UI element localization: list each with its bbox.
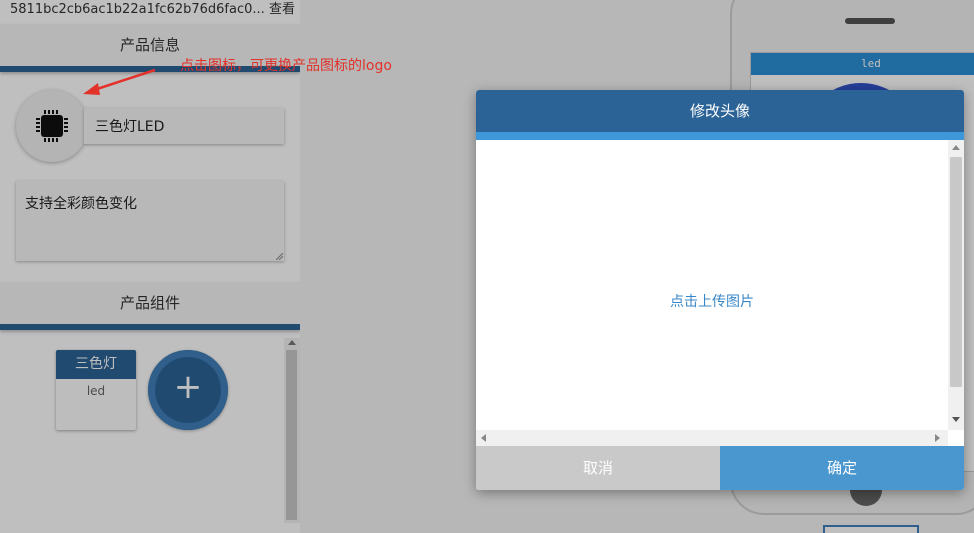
modal-vertical-scrollbar[interactable] [948,140,964,430]
upload-image-link[interactable]: 点击上传图片 [476,291,948,311]
scroll-up-icon[interactable] [952,145,960,150]
modal-title: 修改头像 [476,90,964,140]
scroll-left-icon[interactable] [481,434,486,442]
modal-footer: 取消 确定 [476,446,964,490]
scroll-down-icon[interactable] [952,417,960,422]
scroll-thumb[interactable] [950,157,962,387]
change-avatar-modal: 修改头像 点击上传图片 取消 确定 [476,90,964,490]
arrow-icon [83,68,156,95]
cancel-button[interactable]: 取消 [476,446,720,490]
annotation-text: 点击图标，可更换产品图标的logo [180,58,392,74]
modal-horizontal-scrollbar[interactable] [476,430,948,446]
confirm-button[interactable]: 确定 [720,446,964,490]
scroll-right-icon[interactable] [935,434,940,442]
